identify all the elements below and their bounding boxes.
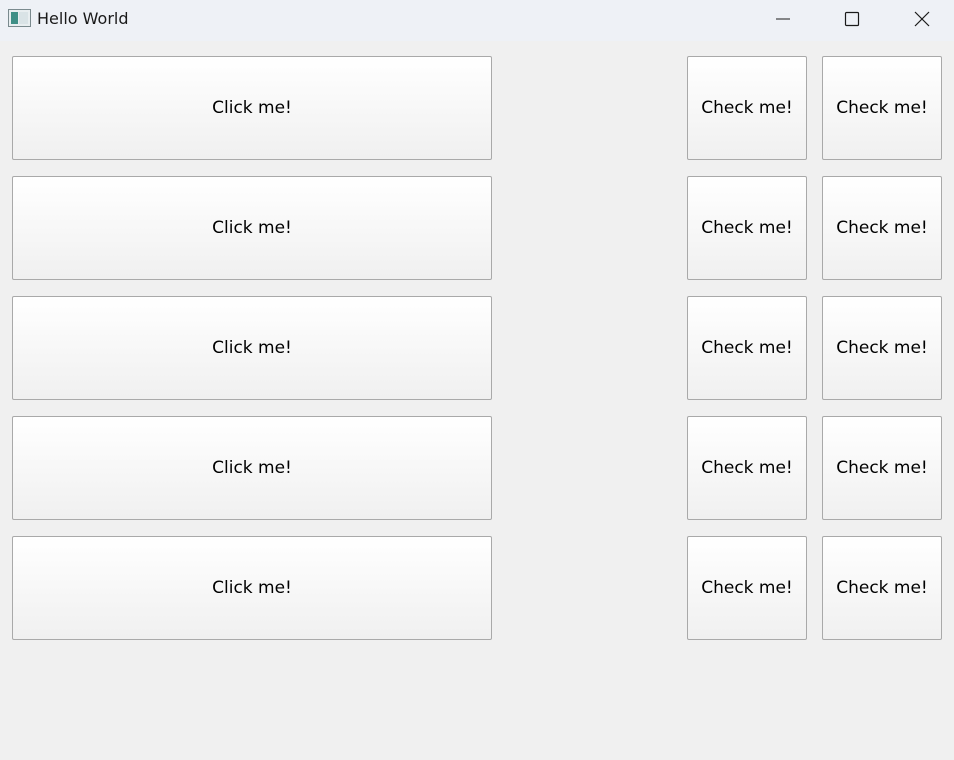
click-button[interactable]: Click me!	[12, 536, 492, 640]
check-button[interactable]: Check me!	[822, 176, 942, 280]
minimize-icon	[776, 18, 790, 20]
check-button[interactable]: Check me!	[687, 416, 807, 520]
app-window: Hello World Click me! Check me! Check me…	[0, 0, 954, 760]
check-button[interactable]: Check me!	[822, 536, 942, 640]
window-title: Hello World	[37, 9, 129, 28]
app-icon	[8, 9, 31, 27]
click-button[interactable]: Click me!	[12, 296, 492, 400]
check-button[interactable]: Check me!	[687, 296, 807, 400]
check-button[interactable]: Check me!	[822, 416, 942, 520]
close-icon	[914, 11, 930, 27]
maximize-button[interactable]	[817, 0, 887, 38]
check-button[interactable]: Check me!	[687, 536, 807, 640]
click-button[interactable]: Click me!	[12, 56, 492, 160]
click-button[interactable]: Click me!	[12, 416, 492, 520]
close-button[interactable]	[887, 0, 954, 38]
maximize-icon	[844, 11, 860, 27]
check-button[interactable]: Check me!	[687, 56, 807, 160]
click-button[interactable]: Click me!	[12, 176, 492, 280]
minimize-button[interactable]	[748, 0, 818, 38]
check-button[interactable]: Check me!	[822, 56, 942, 160]
check-button[interactable]: Check me!	[822, 296, 942, 400]
check-button[interactable]: Check me!	[687, 176, 807, 280]
title-bar[interactable]: Hello World	[0, 0, 954, 41]
